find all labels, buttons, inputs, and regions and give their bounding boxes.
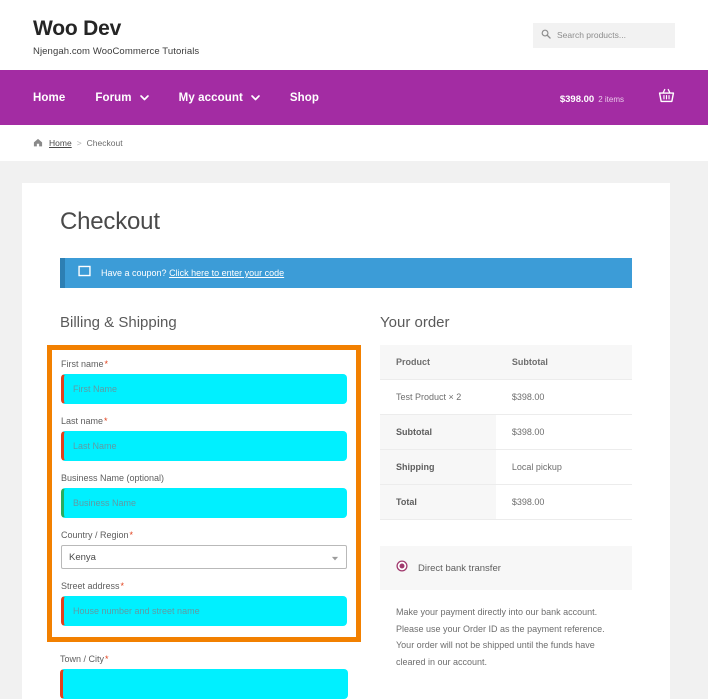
cart-total: $398.00	[559, 93, 595, 105]
radio-selected-icon[interactable]	[396, 559, 408, 577]
search-box[interactable]: Search products...	[533, 22, 675, 48]
cart-item-count: 2 items	[598, 94, 624, 104]
site-tagline: Njengah.com WooCommerce Tutorials	[33, 45, 200, 57]
country-region-select[interactable]	[61, 545, 347, 569]
nav-label: My account	[178, 91, 243, 104]
field-label-country-region: Country / Region*	[61, 530, 347, 540]
business-name-input[interactable]	[61, 488, 347, 518]
breadcrumb-link-home[interactable]: Home	[49, 138, 72, 148]
shopping-basket-icon[interactable]	[658, 88, 675, 108]
table-row: Subtotal $398.00	[380, 414, 632, 450]
highlighted-field-group: First name* Last name* Business Name (op…	[47, 345, 361, 642]
line-item-subtotal: $398.00	[495, 379, 632, 415]
required-marker: *	[104, 416, 108, 426]
page-title: Checkout	[60, 208, 160, 235]
site-header: Woo Dev Njengah.com WooCommerce Tutorial…	[0, 0, 708, 70]
breadcrumb-separator: >	[76, 138, 82, 148]
field-label-first-name: First name*	[61, 359, 347, 369]
product-quantity: × 2	[448, 392, 462, 402]
nav-item-my-account[interactable]: My account	[179, 92, 260, 104]
required-marker: *	[104, 359, 109, 369]
field-label-business-name: Business Name (optional)	[61, 473, 165, 483]
order-column: Your order Product Subtotal Test Product…	[380, 314, 632, 699]
nav-label: Shop	[289, 91, 320, 104]
coupon-tag-icon	[78, 264, 91, 282]
order-shipping-label: Shipping	[380, 449, 496, 485]
billing-section-title: Billing & Shipping	[60, 314, 177, 331]
site-title: Woo Dev	[33, 17, 122, 41]
nav-item-home[interactable]: Home	[33, 92, 65, 104]
coupon-text: Have a coupon? Click here to enter your …	[101, 268, 284, 278]
order-shipping-value: Local pickup	[495, 449, 632, 485]
order-review-table: Product Subtotal Test Product × 2 $398.0…	[380, 345, 632, 520]
order-table-body: Test Product × 2 $398.00 Subtotal $398.0…	[380, 379, 632, 520]
field-row-street-address: Street address*	[61, 581, 347, 626]
required-marker: *	[120, 581, 125, 591]
chevron-down-icon	[139, 92, 149, 104]
billing-column: Billing & Shipping First name* Last name…	[47, 314, 361, 699]
order-section-title: Your order	[380, 314, 450, 331]
breadcrumb: Home > Checkout	[0, 125, 708, 161]
field-row-business-name: Business Name (optional)	[61, 473, 347, 518]
order-total-value: $398.00	[495, 484, 632, 520]
column-header-subtotal: Subtotal	[495, 345, 632, 380]
coupon-question: Have a coupon?	[101, 268, 167, 278]
first-name-input[interactable]	[61, 374, 347, 404]
table-row: Shipping Local pickup	[380, 449, 632, 485]
nav-item-shop[interactable]: Shop	[290, 92, 319, 104]
label-text: First name	[61, 359, 104, 369]
payment-method-description: Make your payment directly into our bank…	[396, 607, 605, 667]
order-total-label: Total	[380, 484, 496, 520]
table-row: Total $398.00	[380, 484, 632, 520]
label-text: Last name	[61, 416, 104, 426]
town-city-input[interactable]	[60, 669, 348, 699]
order-subtotal-value: $398.00	[495, 414, 632, 450]
table-row: Test Product × 2 $398.00	[380, 379, 632, 415]
field-row-last-name: Last name*	[61, 416, 347, 461]
line-item-name: Test Product × 2	[380, 379, 496, 415]
nav-item-forum[interactable]: Forum	[95, 91, 149, 104]
home-icon[interactable]	[33, 138, 43, 149]
nav-label: Home	[33, 91, 66, 104]
checkout-columns: Billing & Shipping First name* Last name…	[47, 314, 632, 699]
order-table-header-row: Product Subtotal	[380, 345, 632, 380]
coupon-enter-code-link[interactable]: Click here to enter your code	[169, 268, 284, 278]
field-row-first-name: First name*	[61, 359, 347, 404]
brand-block[interactable]: Woo Dev Njengah.com WooCommerce Tutorial…	[33, 13, 199, 56]
payment-method-label: Direct bank transfer	[418, 562, 501, 574]
nav-links: Home Forum My account Shop	[33, 92, 319, 104]
required-marker: *	[129, 530, 134, 540]
cart-area[interactable]: $398.00 2 items	[560, 88, 675, 108]
nav-label: Forum	[95, 91, 132, 104]
checkout-content-card: Checkout Have a coupon? Click here to en…	[22, 183, 670, 699]
field-row-country-region: Country / Region*	[61, 530, 347, 569]
chevron-down-icon	[251, 92, 260, 104]
payment-method-direct-bank-transfer[interactable]: Direct bank transfer	[380, 546, 632, 590]
coupon-notice[interactable]: Have a coupon? Click here to enter your …	[60, 258, 632, 288]
order-subtotal-label: Subtotal	[380, 414, 496, 450]
main-navigation: Home Forum My account Shop $398.00 2 item…	[0, 70, 708, 125]
street-address-input[interactable]	[61, 596, 347, 626]
cart-summary[interactable]: $398.00 2 items	[560, 89, 624, 107]
search-input-placeholder[interactable]: Search products...	[557, 30, 626, 40]
search-icon	[541, 26, 551, 44]
order-table-head: Product Subtotal	[380, 345, 632, 380]
breadcrumb-current: Checkout	[86, 138, 123, 148]
field-label-town-city: Town / City*	[60, 654, 348, 664]
product-name: Test Product	[396, 392, 447, 402]
field-label-last-name: Last name*	[61, 416, 347, 426]
field-label-street-address: Street address*	[61, 581, 347, 591]
required-marker: *	[105, 654, 109, 664]
label-text: Town / City	[60, 654, 105, 664]
field-row-town-city: Town / City*	[60, 654, 348, 699]
column-header-product: Product	[380, 345, 496, 380]
page-canvas: Checkout Have a coupon? Click here to en…	[0, 161, 708, 699]
label-text: Country / Region	[61, 530, 129, 540]
last-name-input[interactable]	[61, 431, 347, 461]
label-text: Street address	[61, 581, 120, 591]
payment-methods-block: Direct bank transfer Make your payment d…	[380, 546, 632, 687]
country-select-wrapper	[61, 545, 347, 569]
